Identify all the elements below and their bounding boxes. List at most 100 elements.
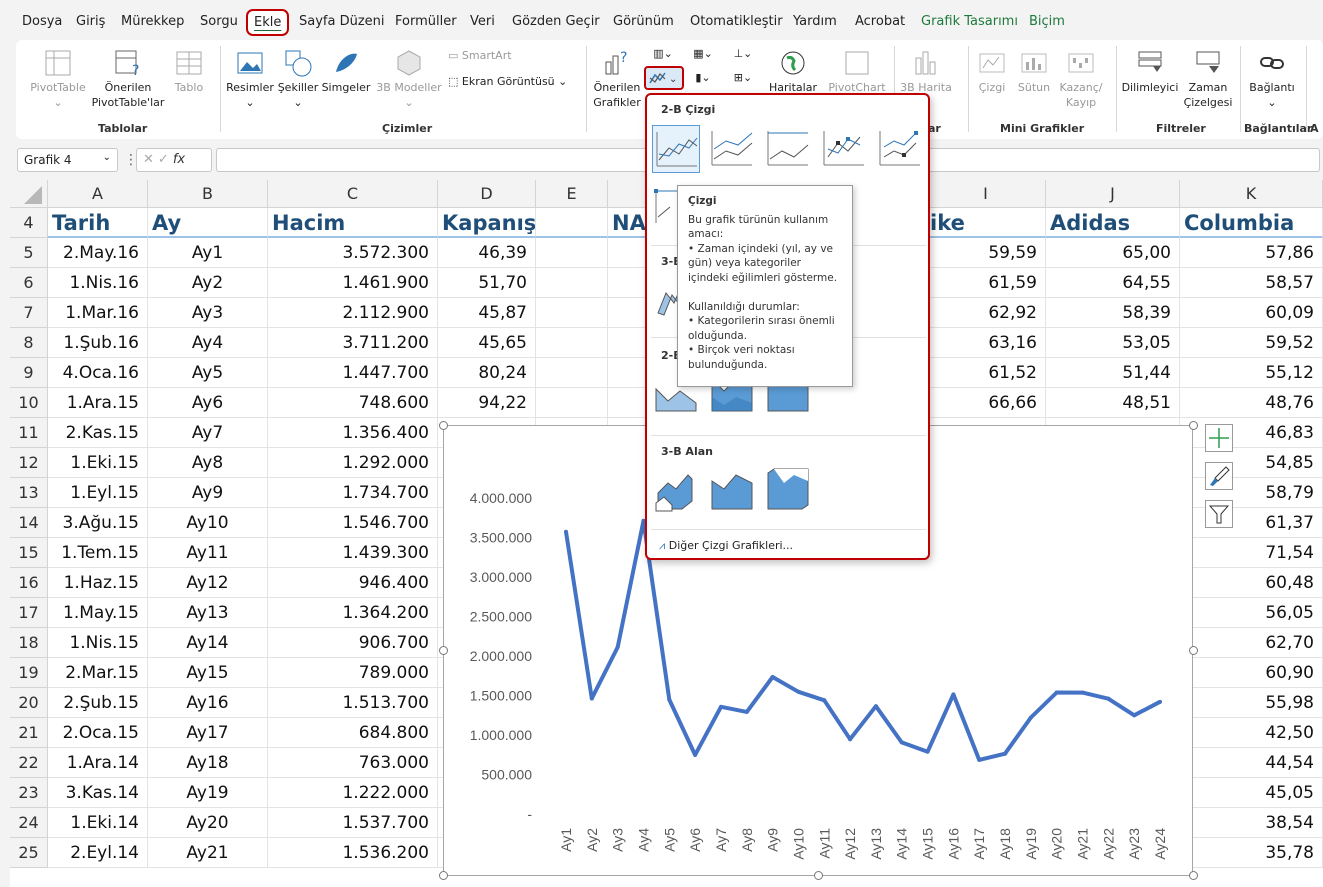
column-chart-dropdown[interactable]: ▥⌄ — [648, 46, 678, 61]
table-cell[interactable]: Ay16 — [148, 688, 268, 718]
data-point[interactable] — [744, 709, 749, 714]
tab-1[interactable]: Giriş — [76, 14, 105, 29]
table-cell[interactable]: 2.Mar.15 — [48, 658, 148, 688]
column-header[interactable]: E — [536, 180, 608, 208]
table-cell[interactable]: 62,70 — [1180, 628, 1323, 658]
table-cell[interactable]: 1.Şub.16 — [48, 328, 148, 358]
table-cell[interactable]: 789.000 — [268, 658, 438, 688]
table-cell[interactable]: 58,57 — [1180, 268, 1323, 298]
table-cell[interactable]: Ay10 — [148, 508, 268, 538]
3d-map-button[interactable]: 3B Harita — [898, 48, 954, 95]
data-point[interactable] — [1054, 690, 1059, 695]
tab-2[interactable]: Mürekkep — [121, 14, 184, 29]
table-cell[interactable]: 71,54 — [1180, 538, 1323, 568]
table-cell[interactable]: 48,76 — [1180, 388, 1323, 418]
table-cell[interactable]: Ay1 — [148, 238, 268, 268]
resize-handle[interactable] — [814, 871, 823, 880]
table-cell[interactable]: 1.Eyl.15 — [48, 478, 148, 508]
table-cell[interactable]: 1.222.000 — [268, 778, 438, 808]
column-header[interactable]: B — [148, 180, 268, 208]
row-header[interactable]: 10 — [10, 388, 48, 418]
table-cell[interactable]: 38,54 — [1180, 808, 1323, 838]
3d-stacked-area-option[interactable] — [708, 465, 756, 513]
data-point[interactable] — [564, 529, 568, 534]
table-cell[interactable]: 60,90 — [1180, 658, 1323, 688]
data-point[interactable] — [925, 749, 930, 754]
3d-models-button[interactable]: 3B Modeller ⌄ — [374, 48, 444, 110]
tab-13[interactable]: Grafik Tasarımı — [921, 14, 1018, 29]
table-cell[interactable]: Ay21 — [148, 838, 268, 868]
column-header[interactable]: C — [268, 180, 438, 208]
data-point[interactable] — [822, 698, 827, 703]
data-point[interactable] — [667, 697, 672, 702]
tab-10[interactable]: Otomatikleştir — [690, 14, 783, 29]
pictures-button[interactable]: Resimler ⌄ — [224, 48, 276, 110]
row-header[interactable]: 4 — [10, 208, 48, 238]
table-cell[interactable]: Ay2 — [148, 268, 268, 298]
sparkline-line-button[interactable]: Çizgi — [972, 48, 1012, 95]
sparkline-winloss-button[interactable]: Kazanç/Kayıp — [1056, 48, 1106, 110]
data-point[interactable] — [1080, 690, 1085, 695]
row-header[interactable]: 24 — [10, 808, 48, 838]
column-header[interactable]: D — [438, 180, 536, 208]
tab-5[interactable]: Sayfa Düzeni — [299, 14, 385, 29]
table-cell[interactable]: 2.112.900 — [268, 298, 438, 328]
table-cell[interactable]: 80,24 — [438, 358, 536, 388]
row-header[interactable]: 17 — [10, 598, 48, 628]
data-point[interactable] — [899, 740, 904, 745]
data-point[interactable] — [589, 696, 594, 701]
table-cell[interactable]: 1.439.300 — [268, 538, 438, 568]
table-cell[interactable]: 64,55 — [1046, 268, 1180, 298]
header-cell[interactable] — [536, 208, 608, 238]
table-cell[interactable]: Ay9 — [148, 478, 268, 508]
resize-handle[interactable] — [1189, 421, 1198, 430]
table-cell[interactable]: 1.Eki.14 — [48, 808, 148, 838]
column-header[interactable] — [608, 180, 650, 208]
table-cell[interactable]: 1.Haz.15 — [48, 568, 148, 598]
header-cell[interactable]: Kapanış — [438, 208, 536, 238]
table-cell[interactable]: 1.536.200 — [268, 838, 438, 868]
data-point[interactable] — [951, 692, 956, 697]
column-header[interactable]: K — [1180, 180, 1323, 208]
header-cell[interactable]: Adidas — [1046, 208, 1180, 238]
table-cell[interactable]: 51,44 — [1046, 358, 1180, 388]
timeline-button[interactable]: Zaman Çizelgesi — [1182, 48, 1234, 110]
data-point[interactable] — [615, 645, 620, 650]
cancel-icon[interactable]: ✕ — [143, 152, 158, 167]
table-cell[interactable]: 54,85 — [1180, 448, 1323, 478]
link-button[interactable]: Bağlantı ⌄ — [1244, 48, 1300, 110]
resize-handle[interactable] — [1189, 646, 1198, 655]
header-cell[interactable]: Tarih — [48, 208, 148, 238]
slicer-button[interactable]: Dilimleyici — [1120, 48, 1180, 95]
maps-button[interactable]: Haritalar — [768, 48, 818, 95]
table-cell[interactable]: 2.May.16 — [48, 238, 148, 268]
row-header[interactable]: 20 — [10, 688, 48, 718]
table-cell[interactable]: 58,79 — [1180, 478, 1323, 508]
column-header[interactable]: A — [48, 180, 148, 208]
table-cell[interactable]: Ay7 — [148, 418, 268, 448]
chart-elements-button[interactable] — [1205, 424, 1233, 452]
tab-0[interactable]: Dosya — [22, 14, 62, 29]
table-cell[interactable]: 51,70 — [438, 268, 536, 298]
chart-styles-button[interactable] — [1205, 462, 1233, 490]
row-header[interactable]: 9 — [10, 358, 48, 388]
table-cell[interactable]: Ay15 — [148, 658, 268, 688]
table-cell[interactable]: 58,39 — [1046, 298, 1180, 328]
3d-area-option[interactable] — [652, 465, 700, 513]
stacked-line-markers-option[interactable] — [876, 125, 924, 173]
row-header[interactable]: 13 — [10, 478, 48, 508]
tab-12[interactable]: Acrobat — [855, 14, 905, 29]
table-cell[interactable]: 1.537.700 — [268, 808, 438, 838]
row-header[interactable]: 16 — [10, 568, 48, 598]
table-cell[interactable]: 748.600 — [268, 388, 438, 418]
table-cell[interactable]: 1.546.700 — [268, 508, 438, 538]
table-cell[interactable]: 2.Oca.15 — [48, 718, 148, 748]
table-cell[interactable]: 60,09 — [1180, 298, 1323, 328]
table-cell[interactable]: 1.734.700 — [268, 478, 438, 508]
table-cell[interactable]: Ay18 — [148, 748, 268, 778]
recommended-charts-button[interactable]: ? Önerilen Grafikler — [590, 48, 644, 110]
chevron-down-icon[interactable]: ⌄ — [103, 152, 111, 163]
tab-9[interactable]: Görünüm — [613, 14, 674, 29]
tab-8[interactable]: Gözden Geçir — [512, 14, 600, 29]
row-header[interactable]: 6 — [10, 268, 48, 298]
